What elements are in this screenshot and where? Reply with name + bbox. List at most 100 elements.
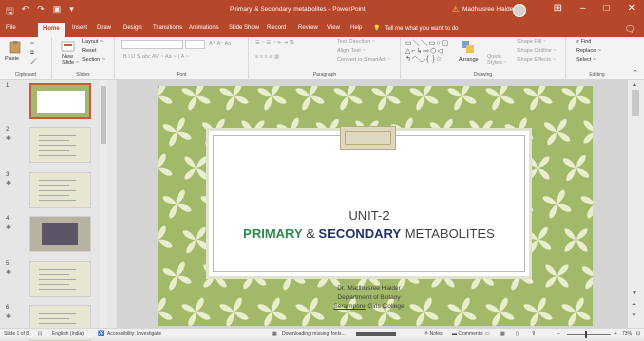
collapse-ribbon-icon[interactable]: ⌃ bbox=[632, 69, 638, 77]
warning-icon[interactable]: ⚠ bbox=[452, 5, 459, 14]
customize-icon[interactable]: ▾ bbox=[69, 4, 74, 20]
thumbnail-text-line bbox=[39, 274, 69, 275]
select-button[interactable]: Select ~ bbox=[576, 57, 596, 63]
unit-label[interactable]: UNIT-2 bbox=[214, 208, 524, 223]
ribbon-display-icon[interactable]: ⊞ bbox=[554, 3, 562, 14]
align-text-button[interactable]: Align Text ~ bbox=[337, 48, 366, 54]
quick-styles-button[interactable]: QuickStyles ~ bbox=[487, 54, 507, 66]
slide-thumbnail[interactable] bbox=[29, 172, 91, 208]
shape-effects-button[interactable]: Shape Effects ~ bbox=[517, 57, 556, 63]
clipboard-group-label: Clipboard bbox=[0, 72, 51, 78]
vertical-scrollbar[interactable]: ▲ ▼ ⏶ ⏷ bbox=[628, 80, 644, 328]
minimize-icon[interactable]: – bbox=[580, 3, 586, 14]
tab-home[interactable]: Home bbox=[38, 23, 65, 37]
tell-me-search[interactable]: 💡Tell me what you want to do bbox=[373, 25, 459, 32]
scroll-thumb[interactable] bbox=[632, 90, 639, 116]
shapes-gallery[interactable]: ▭＼＼▭○▢△⌐↳⇨⬡◁↰◠◡{ }☆ bbox=[405, 40, 449, 64]
comments-icon[interactable]: 🗨 bbox=[625, 24, 636, 35]
scroll-up-icon[interactable]: ▲ bbox=[632, 82, 637, 88]
normal-view-icon[interactable]: ▭ bbox=[485, 331, 490, 337]
accessibility-status[interactable]: Accessibility: Investigate bbox=[107, 331, 161, 337]
zoom-out-icon[interactable]: – bbox=[557, 331, 560, 337]
smartart-button[interactable]: Convert to SmartArt ~ bbox=[337, 57, 390, 63]
save-icon[interactable]: 🖫 bbox=[6, 4, 14, 20]
present-icon[interactable]: ▣ bbox=[53, 4, 62, 20]
slide-sorter-icon[interactable]: ▦ bbox=[500, 331, 505, 337]
fit-to-window-icon[interactable]: ⊡ bbox=[636, 331, 640, 337]
thumbnail-scroll-thumb[interactable] bbox=[101, 86, 106, 144]
slide-thumbnail[interactable] bbox=[29, 83, 91, 119]
copy-icon[interactable]: ⧉ bbox=[30, 50, 34, 57]
font-format-buttons[interactable]: B I U S abc AV ~ Aa ~ | A ~ bbox=[123, 54, 189, 60]
new-slide-icon[interactable] bbox=[61, 40, 75, 54]
maximize-icon[interactable]: □ bbox=[604, 3, 610, 14]
zoom-level[interactable]: 73% bbox=[622, 331, 632, 337]
tab-file[interactable]: File bbox=[6, 25, 16, 31]
slide-thumbnail[interactable] bbox=[29, 216, 91, 252]
tab-transitions[interactable]: Transitions bbox=[153, 25, 182, 31]
reading-view-icon[interactable]: ▯ bbox=[516, 331, 519, 337]
layout-button[interactable]: Layout ~ bbox=[82, 39, 103, 45]
comments-button[interactable]: ▬ Comments bbox=[452, 331, 483, 337]
comments-label: Comments bbox=[458, 331, 482, 337]
slide-title[interactable]: PRIMARY & SECONDARY METABOLITES bbox=[214, 226, 524, 241]
tab-insert[interactable]: Insert bbox=[72, 25, 87, 31]
bullets-icon[interactable]: ☰ ~ ☰ ~ ⇤ ⇥ ⇅ bbox=[255, 40, 294, 46]
thumbnail-scrollbar[interactable] bbox=[100, 80, 107, 328]
tab-review[interactable]: Review bbox=[298, 25, 318, 31]
tab-design[interactable]: Design bbox=[123, 25, 142, 31]
accessibility-icon[interactable]: ♿ bbox=[98, 331, 104, 337]
font-name-box[interactable] bbox=[121, 40, 183, 49]
notes-button[interactable]: ≜ Notes bbox=[424, 331, 443, 337]
tab-help[interactable]: Help bbox=[350, 25, 362, 31]
download-progress-bar bbox=[356, 332, 396, 336]
user-name[interactable]: Madhusree Halder bbox=[462, 6, 515, 13]
author-block[interactable]: Dr. Madhusree Halder Department of Botan… bbox=[214, 284, 524, 311]
author-college-rest: Girls College bbox=[366, 303, 405, 310]
ribbon: Paste ✂ ⧉ 🖌 Clipboard NewSlide ~ Layout … bbox=[0, 37, 644, 80]
avatar[interactable] bbox=[513, 4, 526, 17]
section-button[interactable]: Section ~ bbox=[82, 57, 105, 63]
zoom-in-icon[interactable]: + bbox=[614, 331, 617, 337]
undo-icon[interactable]: ↶ bbox=[22, 4, 30, 20]
format-painter-icon[interactable]: 🖌 bbox=[30, 59, 37, 65]
lightbulb-icon: 💡 bbox=[373, 26, 380, 32]
tab-animations[interactable]: Animations bbox=[189, 25, 219, 31]
reset-button[interactable]: Reset bbox=[82, 48, 96, 54]
zoom-slider-knob[interactable] bbox=[585, 331, 587, 338]
scroll-down-icon[interactable]: ▼ bbox=[632, 290, 637, 296]
tab-record[interactable]: Record bbox=[267, 25, 286, 31]
arrange-button[interactable]: Arrange bbox=[459, 57, 479, 63]
cut-icon[interactable]: ✂ bbox=[30, 41, 35, 47]
font-size-buttons[interactable]: A⁺ A⁻ Ao bbox=[209, 41, 231, 47]
slide-thumbnail[interactable] bbox=[29, 127, 91, 163]
tab-view[interactable]: View bbox=[327, 25, 340, 31]
font-size-box[interactable] bbox=[185, 40, 205, 49]
ribbon-tabs: File Home Insert Draw Design Transitions… bbox=[0, 22, 644, 37]
slide-1[interactable]: UNIT-2 PRIMARY & SECONDARY METABOLITES D… bbox=[158, 86, 593, 326]
close-icon[interactable]: ✕ bbox=[628, 3, 636, 14]
thumbnail-title-card bbox=[37, 91, 85, 113]
paste-icon[interactable] bbox=[8, 40, 22, 54]
replace-button[interactable]: Replace ~ bbox=[576, 48, 601, 54]
author-college-underlined: Serampore bbox=[333, 303, 365, 310]
paste-button[interactable]: Paste bbox=[5, 56, 19, 62]
tab-slide-show[interactable]: Slide Show bbox=[229, 25, 259, 31]
shape-fill-button[interactable]: Shape Fill ~ bbox=[517, 39, 546, 45]
spelling-icon[interactable]: ⊡ bbox=[38, 331, 42, 337]
language-indicator[interactable]: English (India) bbox=[52, 331, 84, 337]
find-button[interactable]: ⌕ Find bbox=[576, 39, 591, 46]
shape-outline-button[interactable]: Shape Outline ~ bbox=[517, 48, 557, 54]
arrange-icon[interactable] bbox=[461, 40, 475, 54]
next-slide-icon[interactable]: ⏷ bbox=[632, 312, 636, 318]
slideshow-view-icon[interactable]: ⊽ bbox=[532, 331, 536, 337]
align-icons[interactable]: ≡ ≡ ≡ ≡ ▥ bbox=[255, 54, 279, 60]
zoom-slider[interactable] bbox=[567, 334, 611, 335]
slide-thumbnail[interactable] bbox=[29, 261, 91, 297]
redo-icon[interactable]: ↷ bbox=[37, 4, 45, 20]
new-slide-button[interactable]: NewSlide ~ bbox=[62, 54, 79, 66]
previous-slide-icon[interactable]: ⏶ bbox=[632, 302, 636, 308]
tab-draw[interactable]: Draw bbox=[97, 25, 111, 31]
text-direction-button[interactable]: Text Direction ~ bbox=[337, 39, 375, 45]
thumbnail-text-line bbox=[39, 313, 76, 314]
